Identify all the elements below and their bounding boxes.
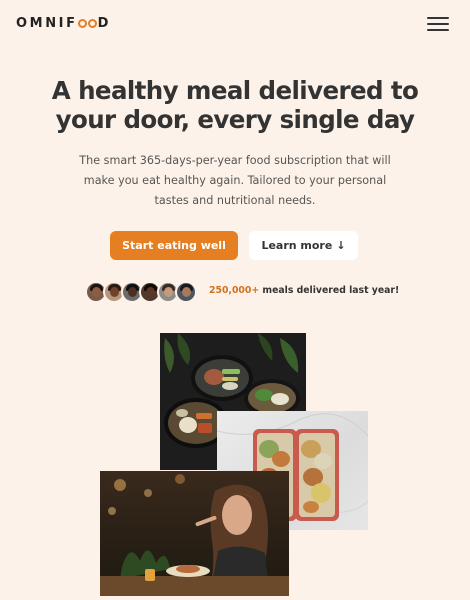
logo-text-right: D xyxy=(97,16,111,31)
delivered-label: meals delivered last year! xyxy=(259,285,400,296)
avatar xyxy=(175,281,197,303)
delivered-count: 250,000+ xyxy=(209,285,260,296)
hamburger-menu-icon[interactable] xyxy=(427,15,449,33)
learn-more-label: Learn more xyxy=(261,239,333,252)
logo-text-left: OMNIF xyxy=(16,16,78,31)
start-eating-well-button[interactable]: Start eating well xyxy=(110,231,238,260)
omnifood-logo[interactable]: OMNIF D xyxy=(16,16,111,31)
site-header: OMNIF D xyxy=(0,0,470,48)
arrow-down-icon: ↓ xyxy=(336,239,346,252)
hero-title: A healthy meal delivered to your door, e… xyxy=(51,76,419,134)
logo-ring-icon xyxy=(88,19,98,28)
logo-ring-icon xyxy=(78,19,88,28)
woman-eating-image xyxy=(100,471,289,596)
customer-avatars xyxy=(85,281,197,303)
learn-more-button[interactable]: Learn more ↓ xyxy=(249,231,358,260)
delivered-meals-text: 250,000+ meals delivered last year! xyxy=(209,285,399,296)
start-eating-well-label: Start eating well xyxy=(122,239,226,252)
hero-description: The smart 365-days-per-year food subscri… xyxy=(79,154,391,207)
